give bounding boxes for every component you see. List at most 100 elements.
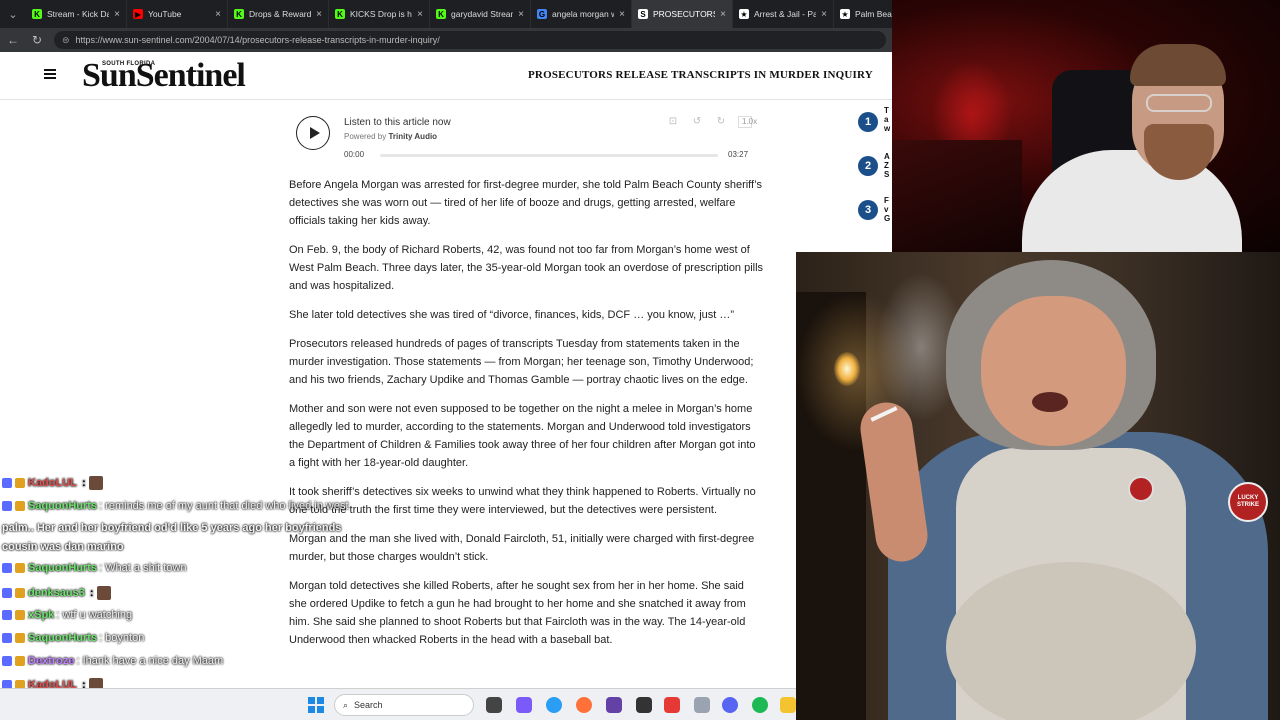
chat-username[interactable]: denksaus3 [28, 587, 85, 599]
powered-prefix: Powered by [344, 132, 389, 141]
site-logo[interactable]: SunSentinel [82, 58, 246, 94]
play-button[interactable] [296, 116, 330, 150]
chat-badge-icon [15, 478, 25, 488]
spotify-icon[interactable] [752, 697, 768, 713]
tab-close-icon[interactable]: × [114, 9, 120, 20]
youtube-icon[interactable] [664, 697, 680, 713]
browser-tab[interactable]: S PROSECUTORS R × [632, 0, 733, 28]
powered-brand[interactable]: Trinity Audio [388, 132, 437, 141]
article-headline: PROSECUTORS RELEASE TRANSCRIPTS IN MURDE… [528, 69, 873, 81]
twitch-icon[interactable] [606, 697, 622, 713]
image-mouth [1032, 392, 1068, 412]
browser-tab[interactable]: Gangela morgan w × [531, 0, 632, 28]
discord-icon[interactable] [722, 697, 738, 713]
forward-icon[interactable]: ↻ [714, 116, 728, 128]
chat-badge-icon [2, 478, 12, 488]
search-placeholder: Search [354, 700, 383, 710]
taskbar-search[interactable]: ⌕ Search [334, 694, 474, 716]
chat-emote-icon [88, 476, 103, 490]
cam-foreground [892, 140, 1022, 252]
chat-overlay: KadoLUL : SaquonHurts: reminds me of my … [0, 462, 440, 720]
chat-username[interactable]: KadoLUL [28, 477, 77, 489]
trending-rank-1[interactable]: 1 [858, 112, 878, 132]
tab-close-icon[interactable]: × [316, 9, 322, 20]
image-lucky-strike-patch: LUCKY STRIKE [1228, 482, 1268, 522]
image-arm [857, 399, 931, 565]
chat-badge-icon [15, 501, 25, 512]
tab-close-icon[interactable]: × [720, 9, 726, 20]
app-icon[interactable] [516, 697, 532, 713]
tab-title: angela morgan w [552, 9, 615, 19]
browser-tab[interactable]: K Stream - Kick Das × [26, 0, 127, 28]
time-total: 03:27 [728, 150, 749, 159]
chat-badge-icon [2, 633, 12, 644]
speed-button[interactable]: 1.0x [738, 116, 757, 128]
firefox-icon[interactable] [576, 697, 592, 713]
tab-close-icon[interactable]: × [215, 9, 221, 20]
chat-message: Dextroze: Ihank have a nice day Maam [2, 655, 223, 667]
tab-favicon-icon: K [335, 9, 345, 19]
chat-emote-icon [96, 586, 111, 600]
browser-tab[interactable]: K KICKS Drop is her × [329, 0, 430, 28]
player-controls: ⊡ ↺ ↻ 1.0x [666, 116, 757, 128]
taskbar: ⌕ Search [0, 688, 796, 720]
site-header: SOUTH FLORIDA SunSentinel PROSECUTORS RE… [0, 52, 892, 100]
reload-icon[interactable]: ↻ [30, 33, 44, 47]
chat-username[interactable]: SaquonHurts [28, 632, 97, 644]
chat-badge-icon [2, 588, 12, 598]
tab-close-icon[interactable]: × [619, 9, 625, 20]
folder-icon[interactable] [780, 697, 796, 713]
task-view-icon[interactable] [486, 697, 502, 713]
tab-title: Drops & Rewards [249, 9, 312, 19]
music-icon[interactable] [694, 697, 710, 713]
back-icon[interactable]: ← [6, 33, 20, 47]
tab-favicon-icon: S [638, 9, 648, 19]
obs-icon[interactable] [636, 697, 652, 713]
chat-badge-icon [2, 656, 12, 667]
tab-list: K Stream - Kick Das × ▶ YouTube × K Drops & Rew… [26, 0, 935, 28]
browser-tab[interactable]: ▶ YouTube × [127, 0, 228, 28]
chat-username[interactable]: xSpk [28, 609, 54, 621]
site-info-icon[interactable]: ⊜ [62, 35, 70, 46]
tab-title: Stream - Kick Das [47, 9, 110, 19]
translate-icon[interactable]: ⊡ [666, 116, 680, 128]
listen-label: Listen to this article now [344, 117, 451, 128]
chat-message: KadoLUL : [2, 476, 103, 490]
chat-badge-icon [15, 610, 25, 621]
tab-favicon-icon: K [436, 9, 446, 19]
progress-track[interactable] [380, 154, 718, 157]
chat-username[interactable]: SaquonHurts [28, 562, 97, 574]
trending-rank-3[interactable]: 3 [858, 200, 878, 220]
chat-username[interactable]: SaquonHurts [28, 500, 97, 512]
tab-close-icon[interactable]: × [821, 9, 827, 20]
image-face [981, 296, 1126, 446]
chat-username[interactable]: Dextroze [28, 655, 74, 667]
chat-message: denksaus3 : [2, 586, 111, 600]
browser-tab[interactable]: K Drops & Rewards × [228, 0, 329, 28]
chat-message: SaquonHurts: reminds me of my aunt that … [2, 500, 349, 512]
article-paragraph: Before Angela Morgan was arrested for fi… [289, 179, 763, 227]
tab-close-icon[interactable]: × [417, 9, 423, 20]
time-elapsed: 00:00 [344, 150, 365, 159]
chat-badge-icon [2, 610, 12, 621]
chat-text-continued: cousin was dan marino [2, 541, 124, 553]
tab-close-icon[interactable]: × [518, 9, 524, 20]
cam-person-glasses [1146, 94, 1212, 112]
browser-tab[interactable]: Kgarydavid Stream × [430, 0, 531, 28]
chrome-icon[interactable] [546, 697, 562, 713]
windows-start-icon[interactable] [308, 697, 324, 713]
chat-badge-icon [2, 563, 12, 574]
tab-favicon-icon: ★ [840, 9, 850, 19]
image-light-bulb [834, 352, 860, 386]
url-field[interactable]: ⊜ https://www.sun-sentinel.com/2004/07/1… [54, 31, 886, 49]
article-paragraph: Prosecutors released hundreds of pages o… [289, 338, 754, 386]
tab-search-icon[interactable]: ⌄ [0, 0, 26, 28]
browser-tab[interactable]: ★ Arrest & Jail - Pal × [733, 0, 834, 28]
tab-title: YouTube [148, 9, 182, 19]
image-panel: LUCKY STRIKE [796, 252, 1280, 720]
chat-text: : What a shit town [99, 562, 187, 574]
address-bar: ← ↻ ⊜ https://www.sun-sentinel.com/2004/… [0, 28, 892, 52]
rewind-icon[interactable]: ↺ [690, 116, 704, 128]
menu-icon[interactable] [44, 69, 56, 79]
trending-rank-2[interactable]: 2 [858, 156, 878, 176]
